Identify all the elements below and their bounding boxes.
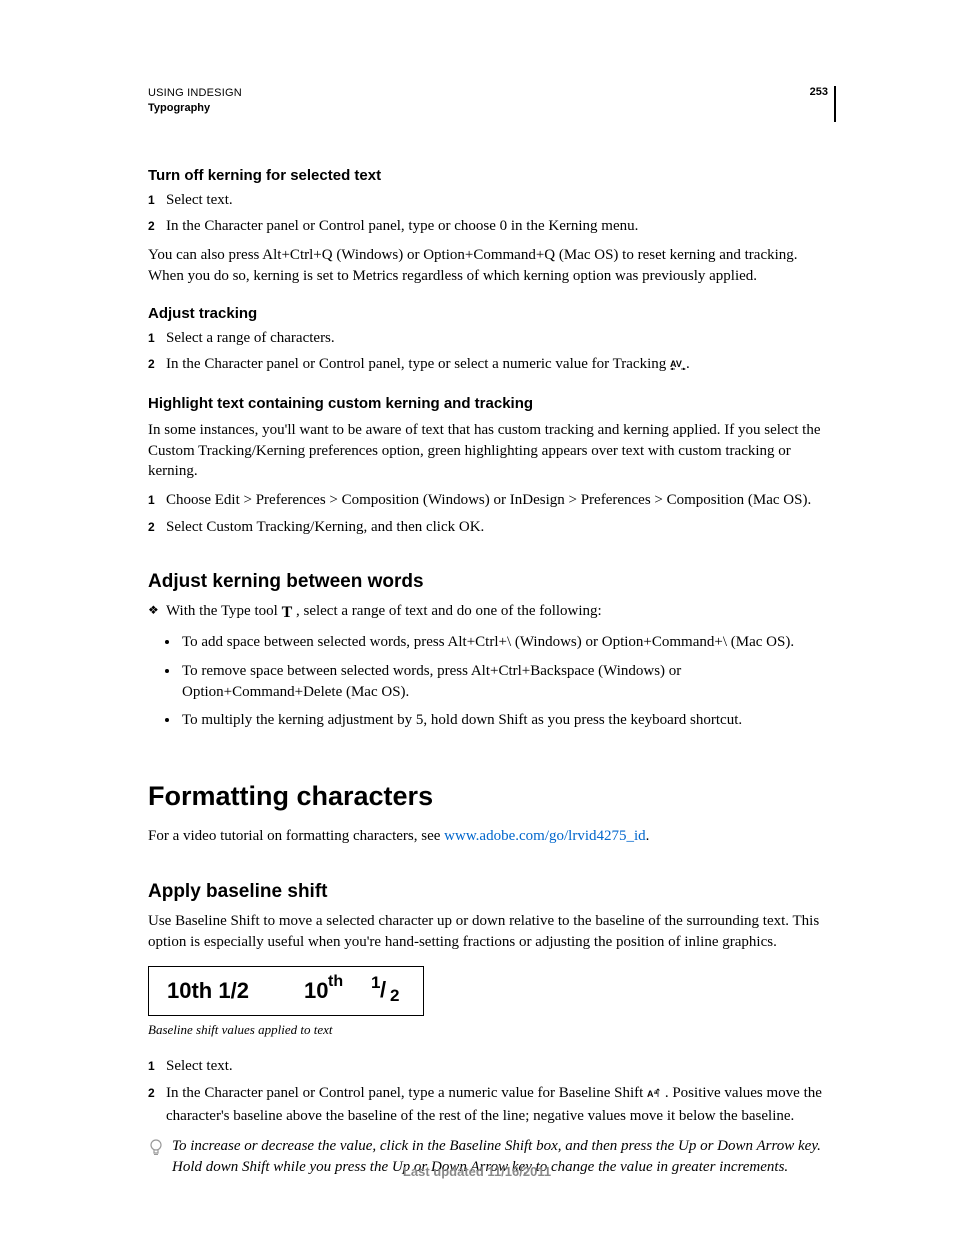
heading-formatting-characters: Formatting characters bbox=[148, 781, 836, 812]
page: 253 USING INDESIGN Typography Turn off k… bbox=[0, 0, 954, 1235]
type-tool-icon: T bbox=[282, 602, 293, 624]
svg-text:AV: AV bbox=[670, 359, 682, 369]
paragraph: Use Baseline Shift to move a selected ch… bbox=[148, 911, 836, 952]
svg-text:a: a bbox=[654, 1090, 658, 1096]
paragraph: You can also press Alt+Ctrl+Q (Windows) … bbox=[148, 245, 836, 286]
heading-adjust-kerning-words: Adjust kerning between words bbox=[148, 571, 836, 593]
bullet-item: To add space between selected words, pre… bbox=[180, 632, 836, 653]
intro-text: For a video tutorial on formatting chara… bbox=[148, 828, 444, 844]
baseline-shift-icon: Aa bbox=[647, 1085, 661, 1106]
bullet-item: To multiply the kerning adjustment by 5,… bbox=[180, 710, 836, 731]
steps-baseline-shift: Select text. In the Character panel or C… bbox=[148, 1056, 836, 1126]
step: Select text. bbox=[148, 1056, 836, 1077]
lead-text-end: , select a range of text and do one of t… bbox=[292, 603, 602, 619]
figure-frac-slash: / bbox=[380, 977, 386, 1003]
header-rule bbox=[834, 86, 836, 122]
running-header: USING INDESIGN Typography bbox=[148, 86, 836, 117]
lead-text: With the Type tool bbox=[166, 603, 282, 619]
step: Select text. bbox=[148, 190, 836, 211]
diamond-item: With the Type tool T , select a range of… bbox=[148, 601, 836, 624]
footer-updated: Last updated 11/16/2011 bbox=[0, 1164, 954, 1179]
heading-highlight-custom: Highlight text containing custom kerning… bbox=[148, 395, 836, 412]
step-text-end: . bbox=[686, 356, 690, 372]
step: Select Custom Tracking/Kerning, and then… bbox=[148, 517, 836, 538]
figure-caption: Baseline shift values applied to text bbox=[148, 1022, 836, 1038]
steps-turn-off-kerning: Select text. In the Character panel or C… bbox=[148, 190, 836, 237]
step: In the Character panel or Control panel,… bbox=[148, 216, 836, 237]
page-number: 253 bbox=[810, 86, 828, 98]
paragraph: For a video tutorial on formatting chara… bbox=[148, 826, 836, 847]
heading-adjust-tracking: Adjust tracking bbox=[148, 305, 836, 322]
svg-text:A: A bbox=[647, 1089, 654, 1099]
figure-text-sup: th bbox=[328, 973, 343, 991]
step: In the Character panel or Control panel,… bbox=[148, 1083, 836, 1126]
bullet-list: To add space between selected words, pre… bbox=[148, 632, 836, 731]
step: Choose Edit > Preferences > Composition … bbox=[148, 490, 836, 511]
paragraph: In some instances, you'll want to be awa… bbox=[148, 420, 836, 482]
step-text: In the Character panel or Control panel,… bbox=[166, 356, 670, 372]
chapter-title: Typography bbox=[148, 101, 836, 116]
figure-frac-denominator: 2 bbox=[390, 986, 399, 1006]
step: In the Character panel or Control panel,… bbox=[148, 354, 836, 377]
intro-text-end: . bbox=[646, 828, 650, 844]
figure-text-left: 10th 1/2 bbox=[167, 978, 249, 1004]
step-text: In the Character panel or Control panel,… bbox=[166, 1085, 647, 1101]
figure-text-number: 10 bbox=[304, 978, 328, 1004]
bullet-item: To remove space between selected words, … bbox=[180, 661, 836, 702]
video-link[interactable]: www.adobe.com/go/lrvid4275_id bbox=[444, 828, 646, 844]
figure-baseline-shift: 10th 1/2 10 th 1 / 2 bbox=[148, 966, 424, 1016]
doc-title: USING INDESIGN bbox=[148, 86, 836, 101]
steps-highlight-custom: Choose Edit > Preferences > Composition … bbox=[148, 490, 836, 537]
step: Select a range of characters. bbox=[148, 328, 836, 349]
tracking-icon: AV bbox=[670, 356, 686, 377]
heading-turn-off-kerning: Turn off kerning for selected text bbox=[148, 167, 836, 184]
steps-adjust-tracking: Select a range of characters. In the Cha… bbox=[148, 328, 836, 377]
heading-apply-baseline-shift: Apply baseline shift bbox=[148, 881, 836, 903]
